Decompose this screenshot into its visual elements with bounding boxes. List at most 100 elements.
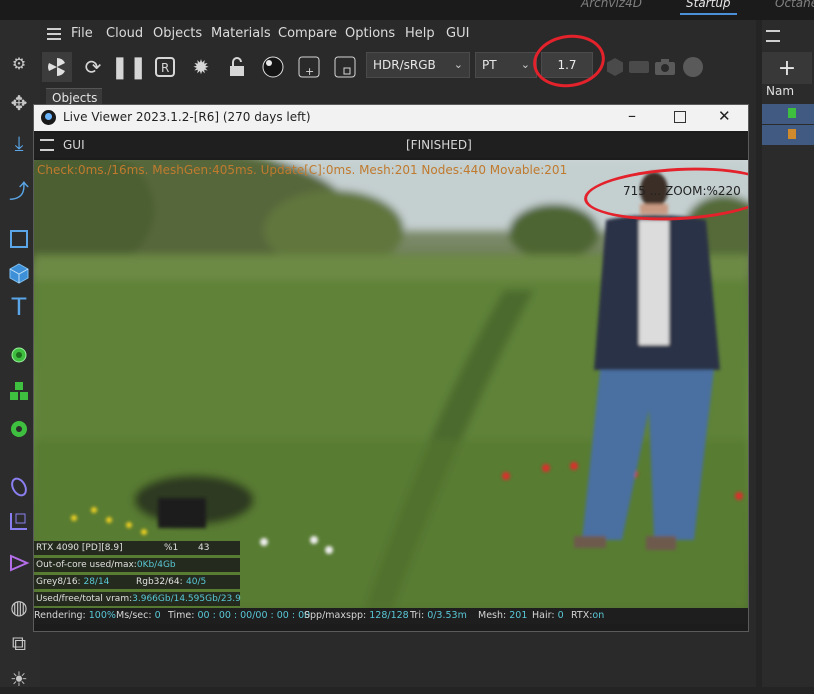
tri-label: Tri:	[410, 610, 425, 621]
add-region-icon[interactable]: +	[294, 52, 324, 82]
out-of-core-row: Out-of-core used/max:0Kb/4Gb	[34, 558, 240, 572]
menu-file[interactable]: File	[71, 26, 93, 41]
deformer-icon[interactable]	[4, 472, 34, 502]
axis-tool-icon[interactable]: ⤴	[4, 174, 34, 204]
render-state: [FINISHED]	[406, 138, 472, 152]
vram-row: Used/free/total vram:3.966Gb/14.595Gb/23…	[34, 592, 241, 606]
menu-bar: File Cloud Objects Materials Compare Opt…	[40, 24, 756, 46]
spp-label: Spp/maxspp:	[304, 610, 367, 621]
color-space-value: HDR/sRGB	[373, 58, 436, 72]
add-button[interactable]: +	[762, 52, 812, 84]
cube-icon[interactable]	[4, 258, 34, 288]
gpu-name: RTX 4090 [PD][8.9]	[36, 543, 123, 553]
grey-label: Grey8/16:	[36, 577, 81, 587]
hamburger-menu-icon[interactable]	[47, 28, 61, 40]
grey-rgb-row: Grey8/16: 28/14 Rgb32/64: 40/5	[34, 575, 240, 589]
subtract-region-icon[interactable]	[330, 52, 360, 82]
refresh-icon[interactable]: ⟳	[78, 52, 108, 82]
menu-options[interactable]: Options	[345, 26, 395, 41]
rtx-label: RTX:	[571, 610, 593, 621]
rendering-label: Rendering:	[34, 610, 86, 621]
gpu-temp: 43	[198, 543, 210, 553]
color-space-select[interactable]: HDR/sRGB ⌄	[366, 52, 470, 78]
menu-help[interactable]: Help	[405, 26, 435, 41]
tri-value: 0/3.53m	[427, 610, 467, 621]
rgb-value: 40/5	[186, 577, 207, 587]
move-tool-icon[interactable]: ✥	[4, 88, 34, 118]
region-render-icon[interactable]: R	[150, 52, 180, 82]
layout-tabs-bar: Archviz4D Startup Octane	[0, 0, 814, 20]
text-tool-icon[interactable]: T	[4, 292, 34, 322]
mesh-value: 201	[509, 610, 528, 621]
layout-tab-octane[interactable]: Octane	[775, 0, 814, 10]
spp-value: 128/128	[369, 610, 409, 621]
kernel-value: PT	[482, 58, 497, 72]
gpu-percent: %1	[164, 543, 179, 553]
live-viewer-gui-bar: GUI [FINISHED]	[34, 133, 748, 158]
maximize-button[interactable]	[674, 111, 686, 123]
material-ball-icon[interactable]	[258, 52, 288, 82]
sphere-icon[interactable]	[678, 52, 708, 82]
out-of-core-label: Out-of-core used/max:	[36, 560, 137, 570]
ms-label: Ms/sec:	[116, 610, 152, 621]
pause-icon[interactable]: ❚❚	[111, 52, 148, 82]
gui-menu-icon[interactable]	[40, 139, 54, 151]
time-label: Time:	[168, 610, 195, 621]
mesh-label: Mesh:	[478, 610, 507, 621]
svg-text:R: R	[161, 61, 169, 75]
menu-materials[interactable]: Materials	[211, 26, 271, 41]
octane-logo-icon[interactable]	[42, 52, 72, 82]
render-status-bar: Rendering: 100% Ms/sec: 0 Time: 00 : 00 …	[34, 608, 748, 624]
chevron-down-icon: ⌄	[520, 58, 530, 71]
menu-gui[interactable]: GUI	[446, 26, 469, 41]
ms-value: 0	[154, 610, 161, 621]
render-stats-overlay: Check:0ms./16ms. MeshGen:405ms. Update[C…	[37, 163, 568, 177]
rgb-label: Rgb32/64:	[136, 577, 183, 587]
kernel-select[interactable]: PT ⌄	[475, 52, 537, 78]
window-title: Live Viewer 2023.1.2-[R6] (270 days left…	[63, 110, 311, 124]
vram-label: Used/free/total vram:	[36, 594, 133, 604]
generator-icon[interactable]	[4, 340, 34, 370]
menu-objects[interactable]: Objects	[153, 26, 202, 41]
vram-value: 3.966Gb/14.595Gb/23.9	[132, 594, 241, 604]
rendering-value: 100%	[88, 610, 116, 621]
layout-tab-startup[interactable]: Startup	[680, 0, 737, 15]
live-viewer-titlebar: Live Viewer 2023.1.2-[R6] (270 days left…	[34, 105, 748, 131]
green-tag-icon	[788, 108, 796, 118]
time-value: 00 : 00 : 00/00 : 00 : 00	[197, 610, 311, 621]
globe-icon[interactable]: ◍	[4, 592, 34, 622]
svg-text:+: +	[305, 65, 314, 78]
hair-label: Hair:	[532, 610, 555, 621]
gpu-info-row: RTX 4090 [PD][8.9] %1 43	[34, 541, 240, 555]
menu-compare[interactable]: Compare	[278, 26, 337, 41]
spline-deformer-icon[interactable]	[4, 548, 34, 578]
object-row[interactable]	[762, 104, 814, 124]
chevron-down-icon: ⌄	[453, 58, 463, 71]
menu-cloud[interactable]: Cloud	[106, 26, 143, 41]
camera-icon[interactable]	[650, 52, 680, 82]
close-button[interactable]: ✕	[718, 107, 731, 125]
mograph-gear-icon[interactable]	[4, 414, 34, 444]
grey-value: 28/14	[83, 577, 110, 587]
import-icon[interactable]: ⤓	[4, 128, 34, 158]
gui-label[interactable]: GUI	[63, 138, 85, 152]
lock-icon[interactable]	[222, 52, 252, 82]
minimize-button[interactable]: –	[628, 106, 636, 125]
square-primitive-icon[interactable]	[4, 224, 34, 254]
name-column-header: Nam	[766, 84, 795, 98]
layers-icon[interactable]: ⧉	[4, 628, 34, 658]
orange-tag-icon	[788, 129, 796, 139]
light-icon[interactable]: ☀	[4, 664, 34, 694]
out-of-core-value: 0Kb/4Gb	[136, 560, 176, 570]
cinema4d-logo-icon	[41, 110, 56, 125]
settings-gear-icon[interactable]: ⚙	[4, 48, 34, 78]
hair-value: 0	[557, 610, 564, 621]
right-panel-menu-icon[interactable]	[766, 30, 780, 42]
layout-tab-archviz4d[interactable]: Archviz4D	[581, 0, 642, 10]
cloner-icon[interactable]	[4, 376, 34, 406]
settings-cog-icon[interactable]: ✹	[186, 52, 216, 82]
rtx-value: on	[592, 610, 605, 621]
right-panel: + Nam	[762, 20, 814, 687]
object-row[interactable]	[762, 125, 814, 145]
bounding-cube-icon[interactable]	[4, 506, 34, 536]
